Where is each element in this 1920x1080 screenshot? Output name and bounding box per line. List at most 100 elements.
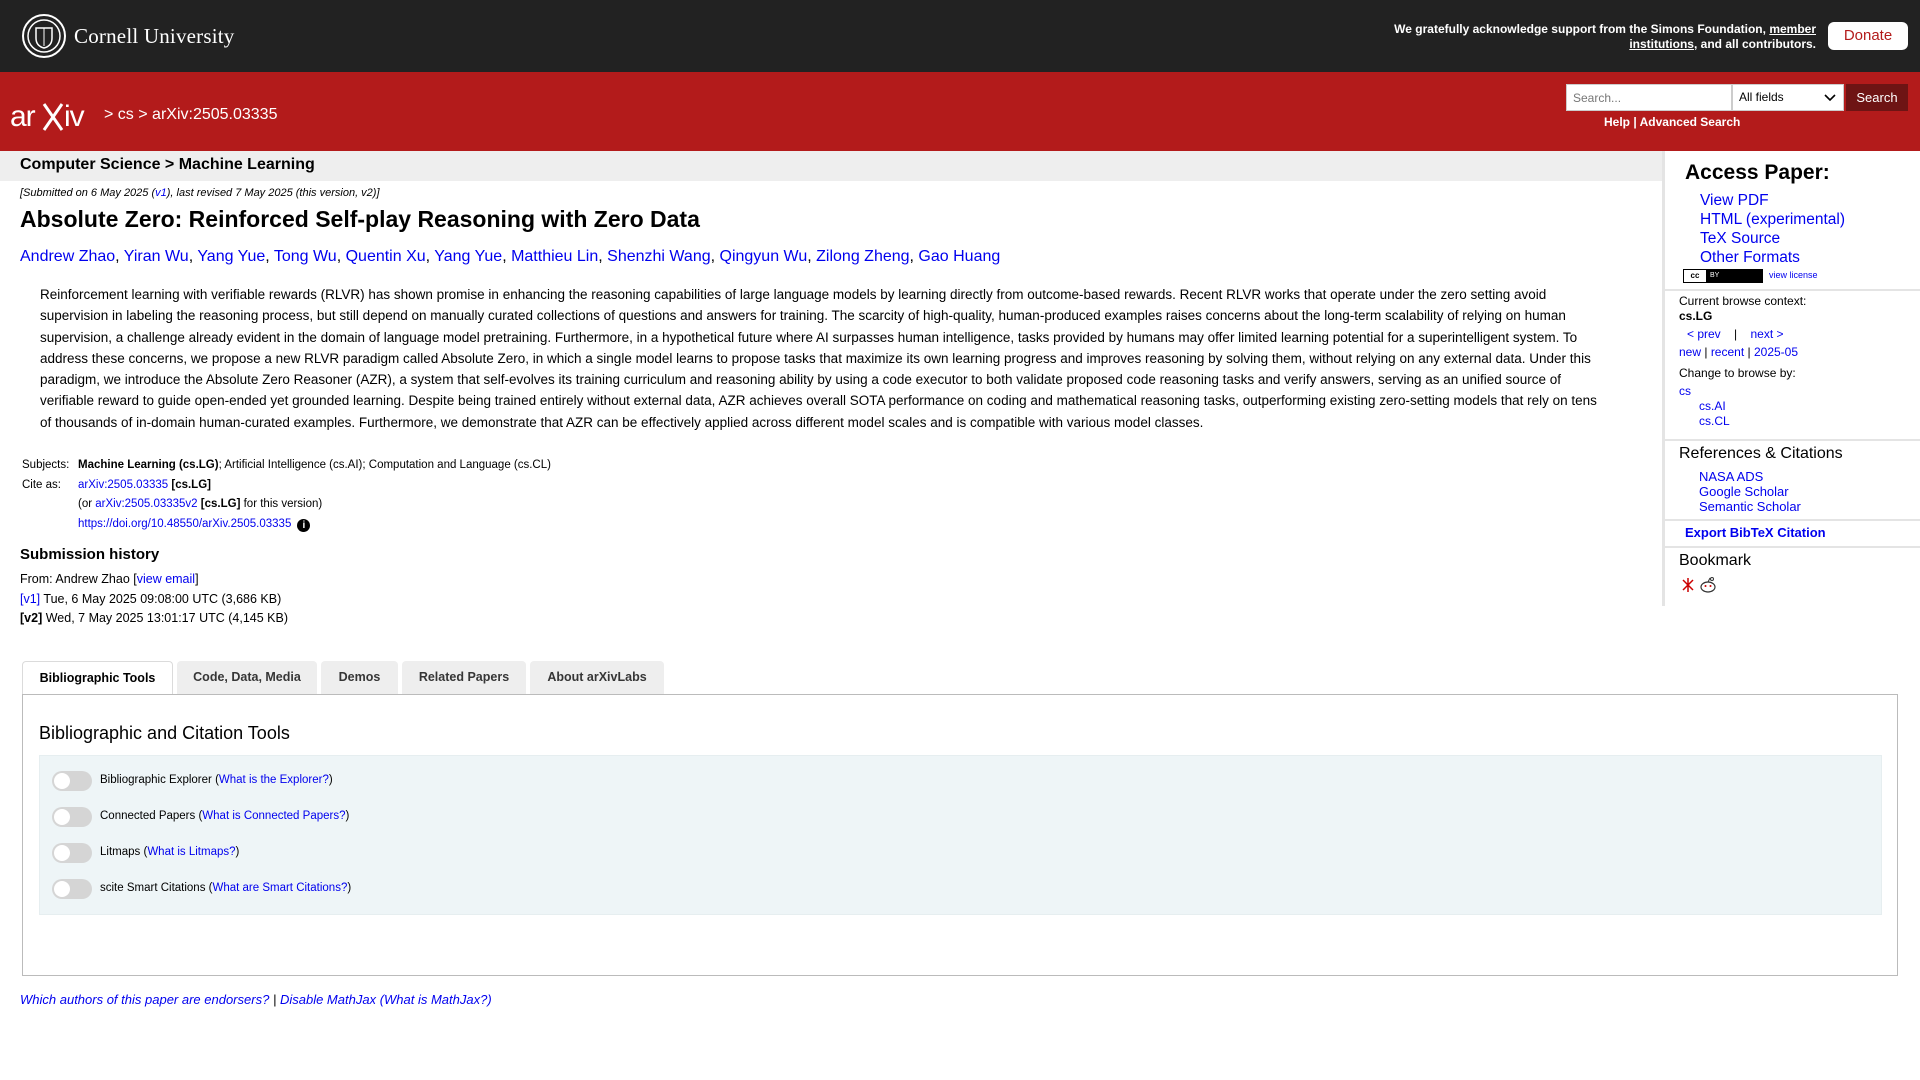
bibsonomy-icon[interactable] bbox=[1682, 578, 1694, 592]
category-heading: Computer Science > Machine Learning bbox=[20, 156, 315, 173]
panel-title: Bibliographic and Citation Tools bbox=[39, 723, 290, 743]
v1-history-link[interactable]: [v1] bbox=[20, 592, 40, 606]
google-scholar-link[interactable]: Google Scholar bbox=[1699, 484, 1801, 499]
author-link[interactable]: Qingyun Wu bbox=[720, 248, 808, 265]
other-formats-link[interactable]: Other Formats bbox=[1700, 248, 1845, 267]
author-link[interactable]: Shenzhi Wang bbox=[607, 248, 710, 265]
bibliographic-explorer-toggle[interactable] bbox=[52, 771, 92, 791]
cite-id-link[interactable]: arXiv:2505.03335 bbox=[78, 479, 168, 491]
mathjax-help-link[interactable]: (What is MathJax?) bbox=[380, 992, 492, 1007]
recent-link[interactable]: recent bbox=[1711, 345, 1744, 359]
browse-cscl-link[interactable]: cs.CL bbox=[1679, 414, 1806, 429]
author-separator: , bbox=[502, 248, 512, 265]
new-link[interactable]: new bbox=[1679, 345, 1701, 359]
scite-help-link[interactable]: What are Smart Citations? bbox=[212, 882, 347, 894]
search-button[interactable]: Search bbox=[1846, 84, 1908, 111]
abstract-line: Reinforcement learning with verifiable r… bbox=[40, 287, 1547, 302]
submission-history-title: Submission history bbox=[20, 546, 160, 563]
author-link[interactable]: Gao Huang bbox=[918, 248, 1000, 265]
tab-about-arxivlabs[interactable]: About arXivLabs bbox=[530, 661, 664, 694]
author-link[interactable]: Matthieu Lin bbox=[511, 248, 598, 265]
breadcrumb-cs[interactable]: cs bbox=[118, 106, 134, 123]
author-separator: , bbox=[598, 248, 608, 265]
author-separator: , bbox=[336, 248, 346, 265]
view-email-link[interactable]: view email bbox=[137, 572, 195, 586]
nasa-ads-link[interactable]: NASA ADS bbox=[1699, 469, 1801, 484]
html-link[interactable]: HTML (experimental) bbox=[1700, 210, 1845, 229]
disable-mathjax-link[interactable]: Disable MathJax bbox=[280, 992, 376, 1007]
info-icon[interactable]: i bbox=[297, 518, 311, 532]
tex-source-link[interactable]: TeX Source bbox=[1700, 229, 1845, 248]
litmaps-toggle[interactable] bbox=[52, 843, 92, 863]
semantic-scholar-link[interactable]: Semantic Scholar bbox=[1699, 499, 1801, 514]
browse-csai-link[interactable]: cs.AI bbox=[1679, 399, 1806, 414]
tab-related-papers[interactable]: Related Papers bbox=[402, 661, 526, 694]
author-link[interactable]: Yang Yue bbox=[197, 248, 265, 265]
references-links: NASA ADS Google Scholar Semantic Scholar bbox=[1699, 469, 1801, 514]
tab-code-data-media[interactable]: Code, Data, Media bbox=[177, 661, 317, 694]
cite-version-link[interactable]: arXiv:2505.03335v2 bbox=[95, 498, 197, 510]
bookmark-icons bbox=[1681, 576, 1741, 594]
browse-context-value: cs.LG bbox=[1679, 309, 1713, 323]
browse-context: Current browse context: cs.LG < prev | n… bbox=[1679, 294, 1807, 429]
tab-bibliographic-tools[interactable]: Bibliographic Tools bbox=[22, 661, 173, 695]
field-select[interactable]: All fields bbox=[1732, 84, 1844, 111]
reddit-icon[interactable] bbox=[1700, 577, 1716, 593]
cornell-name[interactable]: Cornell University bbox=[74, 24, 235, 49]
view-pdf-link[interactable]: View PDF bbox=[1700, 191, 1845, 210]
author-link[interactable]: Yiran Wu bbox=[124, 248, 189, 265]
export-bibtex-link[interactable]: Export BibTeX Citation bbox=[1685, 525, 1826, 540]
author-separator: , bbox=[265, 248, 274, 265]
donate-button[interactable]: Donate bbox=[1828, 22, 1908, 50]
abstract-line: verifiable reward to guide open-ended ye… bbox=[40, 393, 1597, 409]
access-links: View PDF HTML (experimental) TeX Source … bbox=[1700, 191, 1845, 267]
tab-demos[interactable]: Demos bbox=[321, 661, 398, 694]
tools-list: Bibliographic Explorer (What is the Expl… bbox=[39, 755, 1882, 915]
sidebar: Access Paper: View PDF HTML (experimenta… bbox=[1662, 151, 1920, 606]
next-link[interactable]: next > bbox=[1751, 327, 1784, 341]
scite-toggle[interactable] bbox=[52, 879, 92, 899]
author-separator: , bbox=[807, 248, 817, 265]
endorsers-link[interactable]: Which authors of this paper are endorser… bbox=[20, 992, 269, 1007]
abstract-line: address these concerns, we propose a new… bbox=[40, 350, 1591, 366]
author-link[interactable]: Yang Yue bbox=[434, 248, 502, 265]
author-separator: , bbox=[115, 248, 124, 265]
connected-papers-help-link[interactable]: What is Connected Papers? bbox=[202, 810, 345, 822]
breadcrumb-id: arXiv:2505.03335 bbox=[152, 106, 278, 123]
prev-link[interactable]: < prev bbox=[1687, 327, 1721, 341]
divider bbox=[1665, 439, 1920, 441]
search-input[interactable]: Search... bbox=[1566, 84, 1732, 111]
connected-papers-toggle[interactable] bbox=[52, 807, 92, 827]
access-paper-title: Access Paper: bbox=[1685, 161, 1830, 184]
category-bar: Computer Science > Machine Learning bbox=[0, 151, 1662, 181]
author-link[interactable]: Andrew Zhao bbox=[20, 248, 115, 265]
help-links: Help | Advanced Search bbox=[1604, 115, 1741, 129]
subjects-value: Machine Learning (cs.LG); Artificial Int… bbox=[78, 459, 551, 471]
advanced-search-link[interactable]: Advanced Search bbox=[1640, 115, 1741, 129]
author-link[interactable]: Zilong Zheng bbox=[816, 248, 909, 265]
v1-link[interactable]: v1 bbox=[155, 187, 167, 199]
author-list: Andrew Zhao, Yiran Wu, Yang Yue, Tong Wu… bbox=[20, 248, 1000, 266]
litmaps-help-link[interactable]: What is Litmaps? bbox=[147, 846, 235, 858]
submission-history: From: Andrew Zhao [view email] [v1] Tue,… bbox=[20, 572, 288, 625]
explorer-help-link[interactable]: What is the Explorer? bbox=[219, 774, 329, 786]
author-link[interactable]: Quentin Xu bbox=[346, 248, 426, 265]
abstract-line: paradigm, we introduce the Absolute Zero… bbox=[40, 372, 1562, 388]
divider bbox=[1665, 519, 1920, 521]
cite-label: Cite as: bbox=[22, 478, 61, 491]
help-link[interactable]: Help bbox=[1604, 115, 1630, 129]
cornell-seal-icon[interactable] bbox=[22, 14, 66, 58]
footer-links: Which authors of this paper are endorser… bbox=[20, 992, 492, 1007]
arxiv-logo[interactable]: ar iv bbox=[10, 96, 102, 146]
author-separator: , bbox=[710, 248, 720, 265]
breadcrumb: > cs > arXiv:2505.03335 bbox=[104, 106, 278, 123]
author-link[interactable]: Tong Wu bbox=[274, 248, 337, 265]
subjects-label: Subjects: bbox=[22, 459, 70, 471]
cc-license-badge[interactable]: cc BY bbox=[1683, 269, 1763, 283]
date-link[interactable]: 2025-05 bbox=[1754, 345, 1798, 359]
tab-panel: Bibliographic and Citation Tools Bibliog… bbox=[22, 694, 1898, 976]
svg-text:iv: iv bbox=[64, 100, 85, 133]
browse-cs-link[interactable]: cs bbox=[1679, 384, 1806, 399]
view-license-link[interactable]: view license bbox=[1769, 270, 1818, 280]
doi-link[interactable]: https://doi.org/10.48550/arXiv.2505.0333… bbox=[78, 518, 291, 530]
